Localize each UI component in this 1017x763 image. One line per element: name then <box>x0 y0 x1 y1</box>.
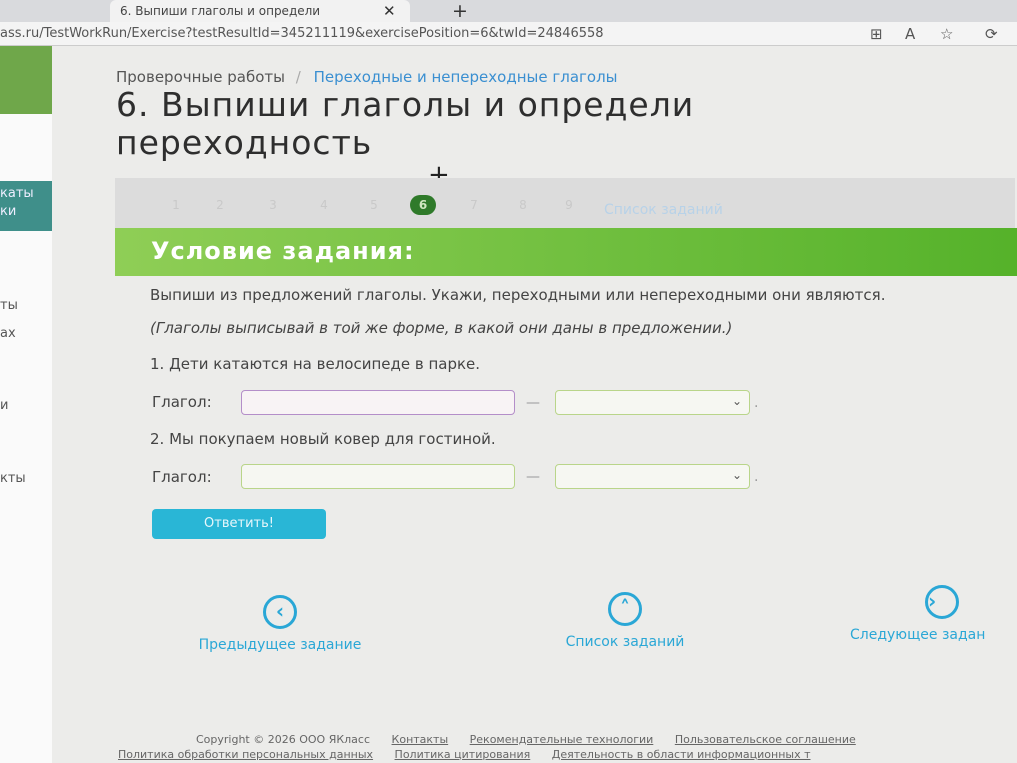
address-bar[interactable]: ass.ru/TestWorkRun/Exercise?testResultId… <box>0 22 1017 46</box>
transitivity-select-2[interactable]: ⌄ <box>555 464 750 489</box>
chevron-down-icon: ⌄ <box>731 468 742 482</box>
prev-task-label[interactable]: Предыдущее задание <box>160 637 400 653</box>
agreement-link[interactable]: Пользовательское соглашение <box>675 733 856 746</box>
close-tab-icon[interactable]: ✕ <box>383 2 396 20</box>
site-sidebar: каты ки ты ах и кты <box>0 46 52 763</box>
page-title: 6. Выпиши глаголы и определи переходност… <box>116 85 695 162</box>
page-button-5[interactable]: 5 <box>361 195 387 215</box>
question-1-label: Глагол: <box>152 393 212 411</box>
task-note: (Глаголы выписывай в той же форме, в как… <box>150 319 733 337</box>
prev-task-nav[interactable]: ‹ Предыдущее задание <box>160 595 400 653</box>
question-2-sentence: 2. Мы покупаем новый ковер для гостиной. <box>150 430 496 448</box>
extensions-icon[interactable]: ⟳ <box>985 25 998 43</box>
question-1-sentence: 1. Дети катаются на велосипеде в парке. <box>150 355 481 373</box>
task-pager: 1 2 3 4 5 6 7 8 9 <box>115 178 1015 228</box>
sidebar-item-label[interactable]: и <box>0 398 8 413</box>
verb-input-2[interactable] <box>241 464 515 489</box>
page-button-2[interactable]: 2 <box>207 195 233 215</box>
citation-link[interactable]: Политика цитирования <box>395 748 531 761</box>
read-aloud-icon[interactable]: A <box>905 25 915 43</box>
task-list-link[interactable]: Список заданий <box>604 202 723 218</box>
task-list-label[interactable]: Список заданий <box>520 634 730 650</box>
sidebar-header <box>0 46 52 114</box>
verb-input-1[interactable] <box>241 390 515 415</box>
next-task-nav[interactable]: › Следующее задан <box>850 585 1017 643</box>
page-button-8[interactable]: 8 <box>510 195 536 215</box>
question-2-dash: — <box>526 469 540 485</box>
reader-icon[interactable]: ⊞ <box>870 25 883 43</box>
next-task-label[interactable]: Следующее задан <box>850 627 1017 643</box>
chevron-left-icon[interactable]: ‹ <box>263 595 297 629</box>
sidebar-item-label[interactable]: ки <box>0 204 16 219</box>
copyright-text: Copyright © 2026 ООО ЯКласс <box>196 733 371 746</box>
sidebar-item-label[interactable]: ты <box>0 298 18 313</box>
chevron-up-icon[interactable]: ˄ <box>608 592 642 626</box>
chevron-down-icon: ⌄ <box>731 394 742 408</box>
sidebar-item-label[interactable]: ах <box>0 326 16 341</box>
breadcrumb-separator: / <box>295 68 301 86</box>
breadcrumb: Проверочные работы / Переходные и непере… <box>116 68 618 86</box>
breadcrumb-root[interactable]: Проверочные работы <box>116 68 285 86</box>
task-instruction: Выпиши из предложений глаголы. Укажи, пе… <box>150 286 886 304</box>
page-button-6[interactable]: 6 <box>410 195 436 215</box>
answer-button[interactable]: Ответить! <box>152 509 326 539</box>
url-text[interactable]: ass.ru/TestWorkRun/Exercise?testResultId… <box>0 26 604 41</box>
question-1-dash: — <box>526 395 540 411</box>
condition-heading: Условие задания: <box>115 228 1017 276</box>
contacts-link[interactable]: Контакты <box>392 733 449 746</box>
activity-link[interactable]: Деятельность в области информационных т <box>552 748 811 761</box>
sidebar-item-label[interactable]: кты <box>0 471 26 486</box>
tab-title: 6. Выпиши глаголы и определи <box>120 4 321 18</box>
personal-data-link[interactable]: Политика обработки персональных данных <box>118 748 373 761</box>
page-button-9[interactable]: 9 <box>556 195 582 215</box>
browser-tab-bar: 6. Выпиши глаголы и определи ✕ + <box>0 0 1017 22</box>
question-1-end: . <box>754 395 759 411</box>
page-button-4[interactable]: 4 <box>311 195 337 215</box>
new-tab-icon[interactable]: + <box>452 0 468 22</box>
task-list-nav[interactable]: ˄ Список заданий <box>520 592 730 650</box>
page-button-1[interactable]: 1 <box>163 195 189 215</box>
footer-row-1: Copyright © 2026 ООО ЯКласс Контакты Рек… <box>196 733 856 746</box>
footer-row-2: Политика обработки персональных данных П… <box>118 748 811 761</box>
browser-tab[interactable]: 6. Выпиши глаголы и определи <box>110 0 410 22</box>
recommend-link[interactable]: Рекомендательные технологии <box>470 733 654 746</box>
sidebar-item-label[interactable]: каты <box>0 186 34 201</box>
page-button-3[interactable]: 3 <box>260 195 286 215</box>
question-2-label: Глагол: <box>152 468 212 486</box>
chevron-right-icon[interactable]: › <box>925 585 959 619</box>
favorite-icon[interactable]: ☆ <box>940 25 953 43</box>
transitivity-select-1[interactable]: ⌄ <box>555 390 750 415</box>
breadcrumb-current[interactable]: Переходные и непереходные глаголы <box>314 68 618 86</box>
page-button-7[interactable]: 7 <box>461 195 487 215</box>
question-2-end: . <box>754 469 759 485</box>
